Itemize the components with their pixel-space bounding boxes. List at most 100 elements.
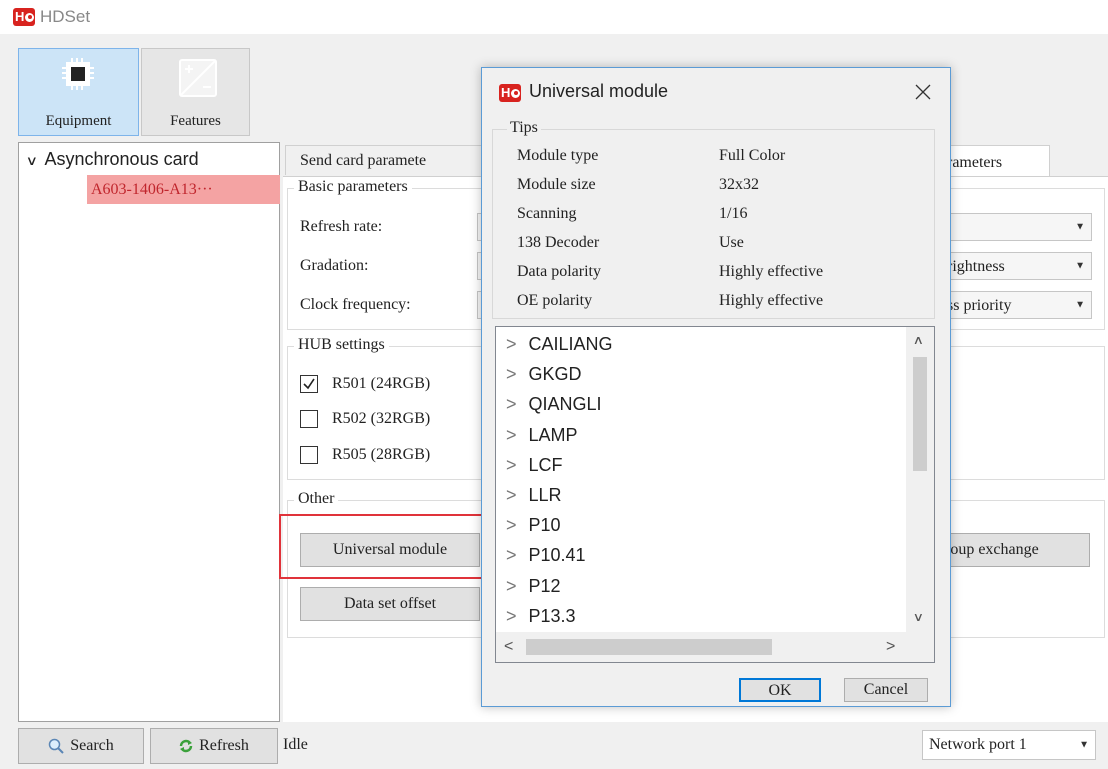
chevron-right-icon: > <box>506 394 517 415</box>
scroll-right-icon[interactable]: > <box>886 638 895 656</box>
tree-root-label: Asynchronous card <box>44 149 199 169</box>
device-tree: ∨ Asynchronous card A603-1406-A13··· <box>18 142 280 722</box>
chevron-right-icon: > <box>506 575 517 596</box>
chevron-down-icon: ∨ <box>25 153 38 168</box>
features-label: Features <box>170 113 221 129</box>
gradation-label: Gradation: <box>300 257 369 274</box>
chip-icon <box>62 58 94 90</box>
tip-key: 138 Decoder <box>517 234 600 251</box>
combo-right-1[interactable]: ▼ <box>940 213 1092 241</box>
hub-item-r501[interactable]: R501 (24RGB) <box>300 375 430 393</box>
tip-value: Use <box>719 234 744 251</box>
tip-value: Highly effective <box>719 292 824 309</box>
module-list-items: > CAILIANG > GKGD > QIANGLI > LAMP > LCF > LLR… <box>506 329 613 631</box>
scroll-corner <box>906 632 934 662</box>
dropdown-arrow-icon: ▼ <box>1075 260 1085 272</box>
hub-item-r505[interactable]: R505 (28RGB) <box>300 446 430 464</box>
hub-legend: HUB settings <box>294 336 389 354</box>
tip-key: Data polarity <box>517 263 601 280</box>
chevron-right-icon: > <box>506 605 517 626</box>
list-item[interactable]: > LLR <box>506 480 613 510</box>
scroll-left-icon[interactable]: < <box>504 638 513 656</box>
horizontal-scroll-thumb[interactable] <box>526 639 772 655</box>
network-port-select[interactable]: Network port 1 ▼ <box>922 730 1096 760</box>
list-item[interactable]: > P13.3 <box>506 601 613 631</box>
tab-screen-params[interactable]: rameters <box>940 145 1050 178</box>
tab-send-card[interactable]: Send card paramete <box>285 145 485 175</box>
tip-value: Highly effective <box>719 263 824 280</box>
dialog-logo-icon: H <box>499 84 521 102</box>
group-exchange-button[interactable]: roup exchange <box>940 533 1090 567</box>
tip-key: Module type <box>517 147 599 164</box>
hub-item-label: R505 (28RGB) <box>332 446 431 463</box>
module-list[interactable]: > CAILIANG > GKGD > QIANGLI > LAMP > LCF > LLR… <box>495 326 935 663</box>
checkbox[interactable] <box>300 446 318 464</box>
app-logo-icon: H <box>13 8 35 26</box>
list-item[interactable]: > LCF <box>506 450 613 480</box>
list-item[interactable]: > QIANGLI <box>506 389 613 419</box>
list-item[interactable]: > P10 <box>506 510 613 540</box>
refresh-button-label: Refresh <box>199 737 249 754</box>
combo-right-2-value: rightness <box>947 258 1005 275</box>
tip-key: Scanning <box>517 205 577 222</box>
tip-value: Full Color <box>719 147 786 164</box>
scroll-up-icon[interactable]: ∧ <box>913 333 924 347</box>
scroll-down-icon[interactable]: ∨ <box>913 610 924 624</box>
chevron-right-icon: > <box>506 364 517 385</box>
tree-item-card[interactable]: A603-1406-A13··· <box>87 175 280 204</box>
search-button-label: Search <box>70 737 114 754</box>
checkbox-checked[interactable] <box>300 375 318 393</box>
dropdown-arrow-icon: ▼ <box>1075 221 1085 233</box>
list-item[interactable]: > CAILIANG <box>506 329 613 359</box>
chevron-right-icon: > <box>506 515 517 536</box>
tip-value: 32x32 <box>719 176 759 193</box>
cancel-button[interactable]: Cancel <box>844 678 928 702</box>
data-set-offset-button[interactable]: Data set offset <box>300 587 480 621</box>
hub-item-label: R501 (24RGB) <box>332 375 431 392</box>
features-icon <box>179 59 217 97</box>
combo-right-3-value: ss priority <box>947 297 1012 314</box>
tips-keys: Module type Module size Scanning 138 Dec… <box>517 141 601 315</box>
tip-key: Module size <box>517 176 596 193</box>
search-icon <box>48 738 64 754</box>
dropdown-arrow-icon: ▼ <box>1079 739 1089 751</box>
horizontal-scrollbar[interactable]: < > <box>496 632 906 662</box>
checkmark-icon <box>303 378 315 390</box>
list-item[interactable]: > P10.41 <box>506 540 613 570</box>
basic-legend: Basic parameters <box>294 178 412 196</box>
tips-legend: Tips <box>507 119 541 137</box>
list-item[interactable]: > P12 <box>506 571 613 601</box>
equipment-label: Equipment <box>45 113 112 129</box>
list-item[interactable]: > LAMP <box>506 420 613 450</box>
refresh-button[interactable]: Refresh <box>150 728 278 764</box>
highlight-box <box>279 514 487 579</box>
equipment-tab[interactable]: Equipment <box>18 48 139 136</box>
chevron-right-icon: > <box>506 334 517 354</box>
vertical-scrollbar[interactable]: ∧ ∨ <box>906 327 934 632</box>
hub-item-r502[interactable]: R502 (32RGB) <box>300 410 430 428</box>
status-text: Idle <box>283 736 308 753</box>
chevron-right-icon: > <box>506 545 517 566</box>
close-icon[interactable] <box>914 83 932 101</box>
universal-module-dialog: H Universal module Tips Module type Modu… <box>481 67 951 707</box>
checkbox[interactable] <box>300 410 318 428</box>
vertical-scroll-thumb[interactable] <box>913 357 927 471</box>
tip-value: 1/16 <box>719 205 748 222</box>
refresh-icon <box>179 739 193 753</box>
ok-button[interactable]: OK <box>739 678 821 702</box>
dropdown-arrow-icon: ▼ <box>1075 299 1085 311</box>
combo-right-2[interactable]: rightness ▼ <box>940 252 1092 280</box>
tips-values: Full Color 32x32 1/16 Use Highly effecti… <box>719 141 823 315</box>
chevron-right-icon: > <box>506 454 517 475</box>
other-legend: Other <box>294 490 339 508</box>
title-bar: H HDSet <box>0 0 1108 34</box>
dialog-title: Universal module <box>529 81 669 101</box>
refresh-rate-label: Refresh rate: <box>300 218 383 235</box>
tree-root[interactable]: ∨ Asynchronous card <box>25 149 199 170</box>
features-tab[interactable]: Features <box>141 48 250 136</box>
network-port-value: Network port 1 <box>929 736 1027 753</box>
search-button[interactable]: Search <box>18 728 144 764</box>
combo-right-3[interactable]: ss priority ▼ <box>940 291 1092 319</box>
list-item[interactable]: > GKGD <box>506 359 613 389</box>
chevron-right-icon: > <box>506 485 517 506</box>
